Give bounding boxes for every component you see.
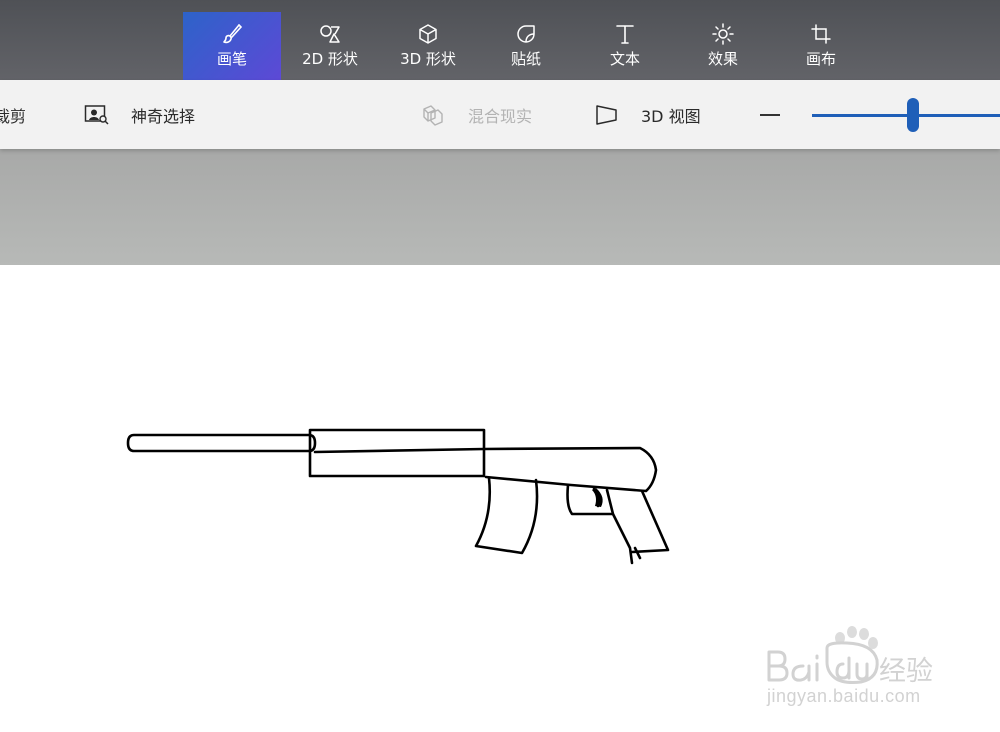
zoom-slider-track[interactable] [812,114,1000,117]
magic-select-icon [84,104,109,125]
sun-icon [712,23,734,45]
brush-icon [223,24,243,44]
tab-label: 效果 [707,50,738,68]
mixed-reality-icon [423,104,443,126]
tab-label: 3D 形状 [400,50,456,68]
tab-text[interactable]: 文本 [576,12,674,80]
mixed-reality-button[interactable]: 混合现实 [421,80,532,149]
rifle-trigger-fill [592,488,603,507]
mixed-reality-label: 混合现实 [468,106,533,126]
view-3d-label: 3D 视图 [641,106,701,126]
view-3d-icon [596,104,617,125]
tab-effects[interactable]: 效果 [674,12,772,80]
tab-canvas[interactable]: 画布 [772,12,870,80]
watermark-url: jingyan.baidu.com [767,686,921,706]
magic-select-label: 神奇选择 [131,106,196,126]
rifle-handguard [308,428,486,478]
svg-text:经验: 经验 [879,656,933,687]
tab-label: 贴纸 [510,50,541,68]
tab-label: 画笔 [216,50,247,68]
magic-select-button[interactable]: 神奇选择 [84,80,195,149]
tab-stickers[interactable]: 贴纸 [477,12,575,80]
sticker-icon [517,25,535,43]
canvas-crop-icon [811,24,831,44]
rifle-barrel [126,433,317,453]
tab-label: 文本 [609,50,640,68]
rifle-stock [630,489,670,554]
zoom-out-icon[interactable] [760,114,780,116]
tab-label: 2D 形状 [302,50,358,68]
top-ribbon: 画笔 2D 形状 3D 形状 贴纸 文本 效果 画布 [0,0,1000,80]
tab-brushes[interactable]: 画笔 [183,12,281,80]
cube-icon [419,24,437,44]
crop-label: 裁剪 [0,106,27,126]
rifle-magazine [474,476,539,555]
rifle-receiver [313,446,658,493]
text-icon [616,25,634,44]
zoom-slider-thumb[interactable] [907,98,919,132]
view-3d-button[interactable]: 3D 视图 [595,80,701,149]
tab-2d-shapes[interactable]: 2D 形状 [281,12,379,80]
rifle-trigger-guard [566,483,614,516]
tab-3d-shapes[interactable]: 3D 形状 [379,12,477,80]
tab-label: 画布 [805,50,836,68]
workspace-background [0,149,1000,265]
crop-button[interactable]: 裁剪 [0,80,26,149]
shapes-2d-icon [320,25,340,43]
